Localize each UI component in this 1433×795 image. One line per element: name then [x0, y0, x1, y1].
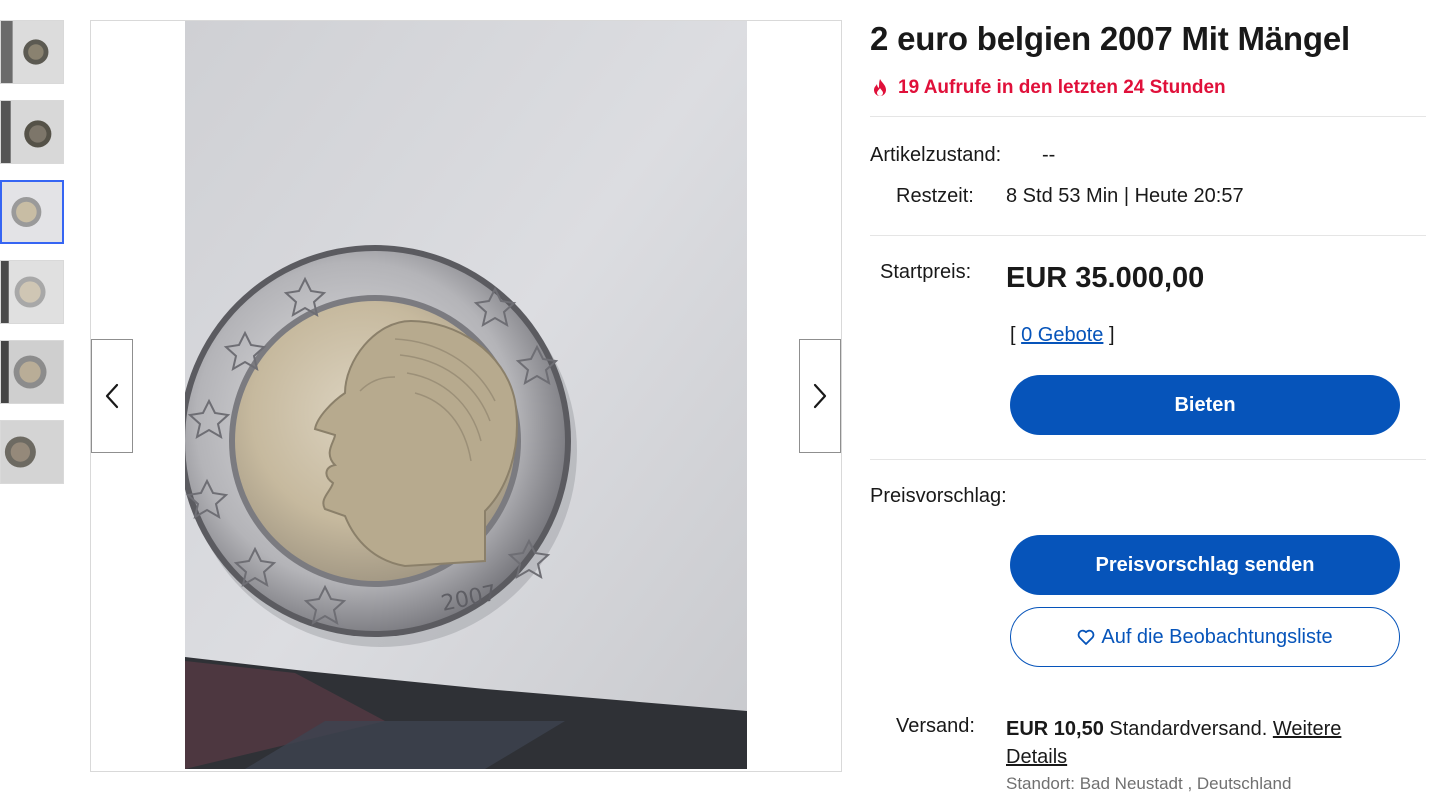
shipping-price: EUR 10,50: [1006, 718, 1104, 740]
views-indicator: 19 Aufrufe in den letzten 24 Stunden: [870, 77, 1226, 99]
main-coin-photo[interactable]: 2007: [185, 21, 747, 769]
item-location: Standort: Bad Neustadt , Deutschland: [1006, 774, 1292, 793]
thumbnail-3[interactable]: [0, 180, 64, 244]
bids-bracket-open: [: [1010, 324, 1016, 346]
divider: [870, 459, 1426, 460]
previous-image-button[interactable]: [91, 339, 133, 453]
send-offer-button[interactable]: Preisvorschlag senden: [1010, 535, 1400, 595]
shipping-type: Standardversand.: [1109, 718, 1268, 740]
heart-icon: [1078, 629, 1095, 645]
time-left-value: 8 Std 53 Min | Heute 20:57: [1006, 185, 1244, 207]
listing-info-panel: 2 euro belgien 2007 Mit Mängel 19 Aufruf…: [870, 0, 1426, 795]
watchlist-button[interactable]: Auf die Beobachtungsliste: [1010, 607, 1400, 667]
shipping-info: EUR 10,50 Standardversand. Weitere Detai…: [1006, 715, 1406, 771]
bids-count: [ 0 Gebote ]: [1010, 324, 1115, 347]
thumbnail-4[interactable]: [0, 260, 64, 324]
bid-button[interactable]: Bieten: [1010, 375, 1400, 435]
start-price-label: Startpreis:: [880, 261, 972, 283]
listing-title: 2 euro belgien 2007 Mit Mängel: [870, 20, 1350, 57]
condition-value: --: [1042, 144, 1056, 166]
coin-photo-thumbnail: [2, 182, 62, 242]
coin-photo-thumbnail: [1, 21, 63, 83]
coin-photo-thumbnail: [1, 261, 63, 323]
coin-photo-thumbnail: [1, 421, 63, 483]
thumbnail-5[interactable]: [0, 340, 64, 404]
divider: [870, 116, 1426, 117]
next-image-button[interactable]: [799, 339, 841, 453]
fire-icon: [874, 79, 886, 96]
time-left-label: Restzeit:: [896, 185, 974, 207]
bids-bracket-close: ]: [1108, 324, 1115, 346]
divider: [870, 235, 1426, 236]
thumbnail-1[interactable]: [0, 20, 64, 84]
views-text: 19 Aufrufe in den letzten 24 Stunden: [898, 77, 1226, 98]
condition-label: Artikelzustand:: [870, 144, 1002, 166]
watchlist-label: Auf die Beobachtungsliste: [1101, 625, 1333, 648]
shipping-label: Versand:: [896, 715, 975, 737]
chevron-right-icon: [813, 383, 827, 409]
chevron-left-icon: [105, 383, 119, 409]
bids-link[interactable]: 0 Gebote: [1021, 324, 1103, 346]
offer-label: Preisvorschlag:: [870, 485, 1007, 507]
coin-photo-thumbnail: [1, 341, 63, 403]
thumbnail-6[interactable]: [0, 420, 64, 484]
start-price-value: EUR 35.000,00: [1006, 262, 1205, 294]
image-gallery: 2007: [90, 20, 842, 772]
coin-photo-thumbnail: [1, 101, 63, 163]
thumbnail-2[interactable]: [0, 100, 64, 164]
